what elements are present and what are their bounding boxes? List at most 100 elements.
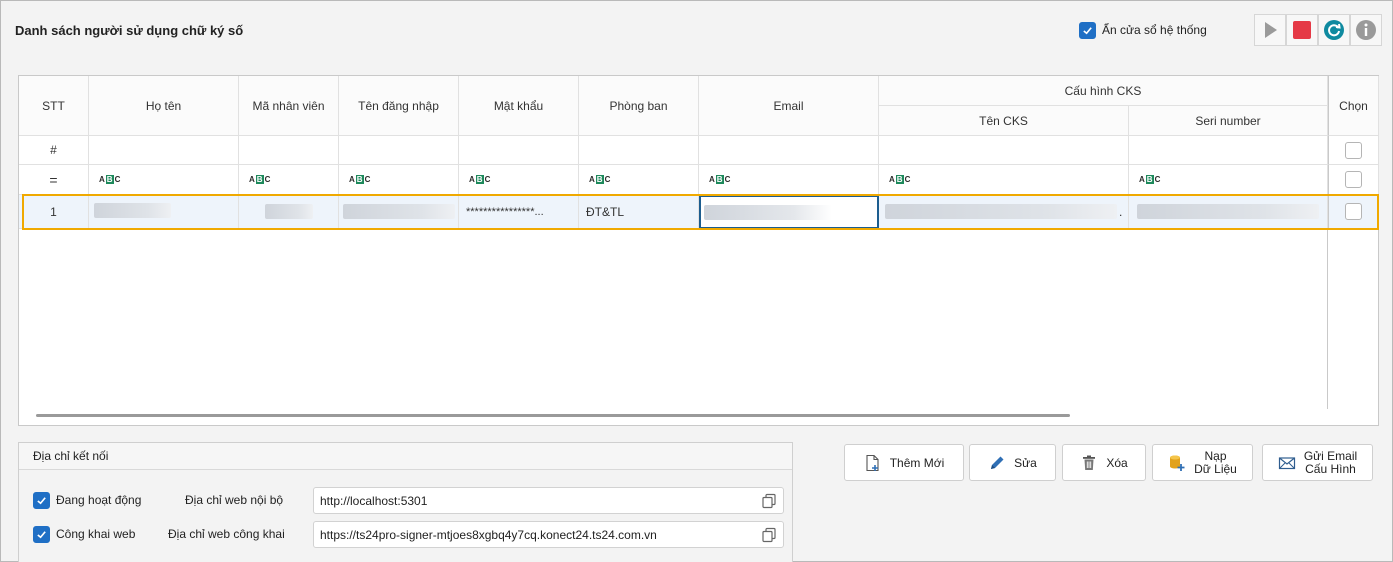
text-filter-icon: ABC bbox=[1139, 175, 1161, 184]
check-icon bbox=[37, 496, 46, 504]
delete-button-label: Xóa bbox=[1106, 455, 1128, 470]
filter-ho-ten[interactable]: ABC bbox=[89, 165, 239, 195]
copy-icon[interactable] bbox=[761, 493, 777, 509]
redacted-text bbox=[704, 204, 832, 220]
app-window: Danh sách người sử dụng chữ ký số Ẩn cửa… bbox=[0, 0, 1393, 562]
select-all-checkbox[interactable] bbox=[1345, 141, 1362, 159]
active-option[interactable]: Đang hoạt động bbox=[33, 487, 141, 513]
column-header-ten-cks[interactable]: Tên CKS bbox=[879, 106, 1129, 136]
stop-icon bbox=[1293, 21, 1311, 39]
filter-chon-checkbox[interactable] bbox=[1345, 171, 1362, 188]
add-document-icon bbox=[864, 454, 882, 472]
filter-ten-dang-nhap[interactable]: ABC bbox=[339, 165, 459, 195]
database-add-icon bbox=[1168, 454, 1186, 472]
cell-ho-ten[interactable] bbox=[89, 195, 239, 229]
cell-chon bbox=[1328, 195, 1379, 229]
hash-cell bbox=[239, 136, 339, 165]
hash-cell bbox=[699, 136, 879, 165]
ten-cks-ellipsis: . bbox=[1119, 204, 1123, 219]
delete-button[interactable]: Xóa bbox=[1062, 444, 1146, 481]
hash-cell bbox=[459, 136, 579, 165]
text-filter-icon: ABC bbox=[589, 175, 611, 184]
filter-row-marker: = bbox=[19, 165, 89, 195]
play-button[interactable] bbox=[1254, 14, 1286, 46]
load-data-label-line2: Dữ Liệu bbox=[1194, 461, 1237, 476]
column-header-phong-ban[interactable]: Phòng ban bbox=[579, 76, 699, 136]
public-web-field[interactable]: https://ts24pro-signer-mtjoes8xgbq4y7cq.… bbox=[313, 521, 784, 548]
column-header-ma-nhan-vien[interactable]: Mã nhân viên bbox=[239, 76, 339, 136]
hash-cell bbox=[579, 136, 699, 165]
cell-seri-number[interactable] bbox=[1129, 195, 1328, 229]
local-web-label: Địa chỉ web nội bộ bbox=[185, 493, 284, 507]
hash-cell bbox=[339, 136, 459, 165]
filter-seri-number[interactable]: ABC bbox=[1129, 165, 1328, 195]
public-option[interactable]: Công khai web bbox=[33, 521, 135, 547]
send-email-label-line1: Gửi Email bbox=[1303, 448, 1358, 463]
hash-cell bbox=[1129, 136, 1328, 165]
filter-ten-cks[interactable]: ABC bbox=[879, 165, 1129, 195]
public-checkbox[interactable] bbox=[33, 525, 50, 543]
horizontal-scrollbar[interactable] bbox=[36, 414, 1070, 417]
select-all-cell bbox=[1328, 136, 1379, 165]
filter-mat-khau[interactable]: ABC bbox=[459, 165, 579, 195]
trash-icon bbox=[1080, 454, 1098, 472]
column-header-seri-number[interactable]: Seri number bbox=[1129, 106, 1328, 136]
connection-panel: Địa chỉ kết nối Đang hoạt động Địa chỉ w… bbox=[18, 442, 793, 562]
active-checkbox[interactable] bbox=[33, 491, 50, 509]
public-web-value: https://ts24pro-signer-mtjoes8xgbq4y7cq.… bbox=[320, 527, 657, 542]
load-data-label-line1: Nạp bbox=[1204, 448, 1227, 463]
public-label: Công khai web bbox=[56, 527, 136, 541]
pencil-icon bbox=[988, 454, 1006, 472]
row-select-checkbox[interactable] bbox=[1345, 203, 1362, 220]
filter-phong-ban[interactable]: ABC bbox=[579, 165, 699, 195]
text-filter-icon: ABC bbox=[349, 175, 371, 184]
hide-system-window-option[interactable]: Ẩn cửa sổ hệ thống bbox=[1079, 21, 1207, 39]
play-icon bbox=[1265, 22, 1277, 38]
column-header-mat-khau[interactable]: Mật khẩu bbox=[459, 76, 579, 136]
stop-button[interactable] bbox=[1286, 14, 1318, 46]
cell-ten-cks[interactable]: . bbox=[879, 195, 1129, 229]
edit-button-label: Sửa bbox=[1014, 455, 1037, 470]
column-divider bbox=[1327, 229, 1328, 409]
column-header-stt[interactable]: STT bbox=[19, 76, 89, 136]
hide-system-window-checkbox[interactable] bbox=[1079, 21, 1096, 39]
refresh-button[interactable] bbox=[1318, 14, 1350, 46]
envelope-icon bbox=[1278, 454, 1296, 472]
redacted-text bbox=[1137, 204, 1319, 219]
cell-ten-dang-nhap[interactable] bbox=[339, 195, 459, 229]
hash-cell bbox=[879, 136, 1129, 165]
local-web-value: http://localhost:5301 bbox=[320, 493, 428, 508]
text-filter-icon: ABC bbox=[249, 175, 271, 184]
load-data-label: Nạp Dữ Liệu bbox=[1194, 448, 1237, 476]
column-group-cau-hinh-cks: Cấu hình CKS bbox=[879, 76, 1328, 106]
column-header-email[interactable]: Email bbox=[699, 76, 879, 136]
check-icon bbox=[1083, 26, 1092, 34]
filter-chon bbox=[1328, 165, 1379, 195]
cell-ma-nhan-vien[interactable] bbox=[239, 195, 339, 229]
send-email-label-line2: Cấu Hình bbox=[1305, 461, 1356, 476]
local-web-field[interactable]: http://localhost:5301 bbox=[313, 487, 784, 514]
column-header-chon[interactable]: Chọn bbox=[1328, 76, 1379, 136]
cell-email-focused[interactable] bbox=[699, 195, 879, 229]
users-grid: STT Họ tên Mã nhân viên Tên đăng nhập Mậ… bbox=[18, 75, 1379, 426]
send-email-button[interactable]: Gửi Email Cấu Hình bbox=[1262, 444, 1373, 481]
text-filter-icon: ABC bbox=[99, 175, 121, 184]
filter-email[interactable]: ABC bbox=[699, 165, 879, 195]
cell-mat-khau[interactable]: ****************... bbox=[459, 195, 579, 229]
column-header-ten-dang-nhap[interactable]: Tên đăng nhập bbox=[339, 76, 459, 136]
load-data-button[interactable]: Nạp Dữ Liệu bbox=[1152, 444, 1253, 481]
refresh-icon bbox=[1324, 20, 1344, 40]
copy-icon[interactable] bbox=[761, 527, 777, 543]
redacted-text bbox=[94, 202, 171, 218]
add-button[interactable]: Thêm Mới bbox=[844, 444, 964, 481]
info-icon bbox=[1356, 20, 1376, 40]
redacted-text bbox=[885, 204, 1117, 219]
hash-cell bbox=[89, 136, 239, 165]
cell-phong-ban[interactable]: ĐT&TL bbox=[579, 195, 699, 229]
info-button[interactable] bbox=[1350, 14, 1382, 46]
table-row-stt[interactable]: 1 bbox=[19, 195, 89, 229]
public-web-label: Địa chỉ web công khai bbox=[168, 527, 285, 541]
edit-button[interactable]: Sửa bbox=[969, 444, 1056, 481]
filter-ma-nhan-vien[interactable]: ABC bbox=[239, 165, 339, 195]
column-header-ho-ten[interactable]: Họ tên bbox=[89, 76, 239, 136]
